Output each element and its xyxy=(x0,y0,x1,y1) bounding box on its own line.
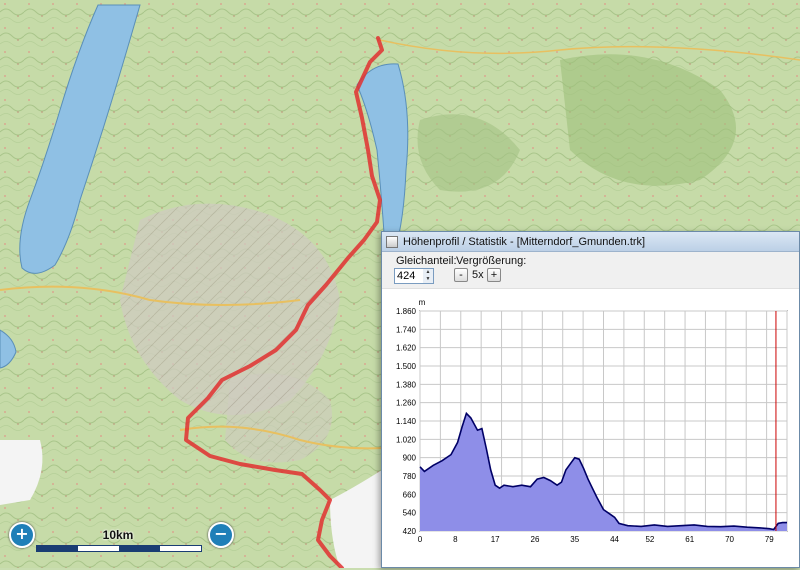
y-axis-unit: m xyxy=(419,298,426,307)
zoom-out-icon[interactable]: − xyxy=(208,522,234,548)
y-tick-label: 420 xyxy=(403,527,417,536)
gleichanteil-label: Gleichanteil: xyxy=(396,255,457,267)
x-tick-label: 26 xyxy=(531,535,540,544)
elevation-chart: 1.860 1.740 1.620 1.500 1.380 1.260 1.140 1.020… xyxy=(396,298,788,544)
spin-down-icon[interactable]: ▼ xyxy=(423,276,433,283)
zoom-increase-button[interactable]: + xyxy=(487,268,501,282)
scale-bar-graphic xyxy=(36,545,202,552)
vergroesserung-label: Vergrößerung: xyxy=(456,255,527,267)
x-tick-label: 17 xyxy=(491,535,500,544)
y-tick-label: 1.500 xyxy=(396,362,417,371)
x-tick-label: 70 xyxy=(725,535,734,544)
x-tick-label: 8 xyxy=(453,535,458,544)
elevation-profile-window[interactable]: Höhenprofil / Statistik - [Mitterndorf_G… xyxy=(381,231,800,568)
y-tick-label: 1.140 xyxy=(396,417,417,426)
spin-up-icon[interactable]: ▲ xyxy=(423,269,433,276)
gleichanteil-spinner[interactable]: ▲ ▼ xyxy=(394,268,434,284)
elevation-chart-area[interactable]: 1.860 1.740 1.620 1.500 1.380 1.260 1.140 1.020… xyxy=(382,289,799,567)
y-tick-label: 1.620 xyxy=(396,344,417,353)
window-titlebar[interactable]: Höhenprofil / Statistik - [Mitterndorf_G… xyxy=(382,232,799,252)
scale-label: 10km xyxy=(102,528,134,542)
y-tick-label: 900 xyxy=(403,454,417,463)
y-tick-label: 780 xyxy=(403,472,417,481)
zoom-decrease-button[interactable]: - xyxy=(454,268,468,282)
x-tick-label: 52 xyxy=(645,535,654,544)
y-tick-label: 660 xyxy=(403,490,417,499)
profile-controls: Gleichanteil: Vergrößerung: ▲ ▼ - 5x + xyxy=(382,252,799,289)
y-tick-label: 1.380 xyxy=(396,380,417,389)
y-tick-label: 1.740 xyxy=(396,325,417,334)
y-tick-label: 1.260 xyxy=(396,399,417,408)
y-tick-label: 1.860 xyxy=(396,307,417,316)
zoom-in-icon[interactable]: + xyxy=(9,522,35,548)
window-title: Höhenprofil / Statistik - [Mitterndorf_G… xyxy=(403,235,646,248)
x-tick-label: 44 xyxy=(610,535,619,544)
y-tick-label: 1.020 xyxy=(396,435,417,444)
window-app-icon xyxy=(386,235,398,248)
gleichanteil-input[interactable] xyxy=(397,269,423,283)
y-tick-label: 540 xyxy=(403,509,417,518)
x-tick-label: 35 xyxy=(570,535,579,544)
x-tick-label: 79 xyxy=(765,535,774,544)
x-tick-label: 0 xyxy=(418,535,423,544)
zoom-factor-value: 5x xyxy=(472,269,484,281)
x-tick-label: 61 xyxy=(685,535,694,544)
scale-bar: 10km xyxy=(36,528,202,554)
